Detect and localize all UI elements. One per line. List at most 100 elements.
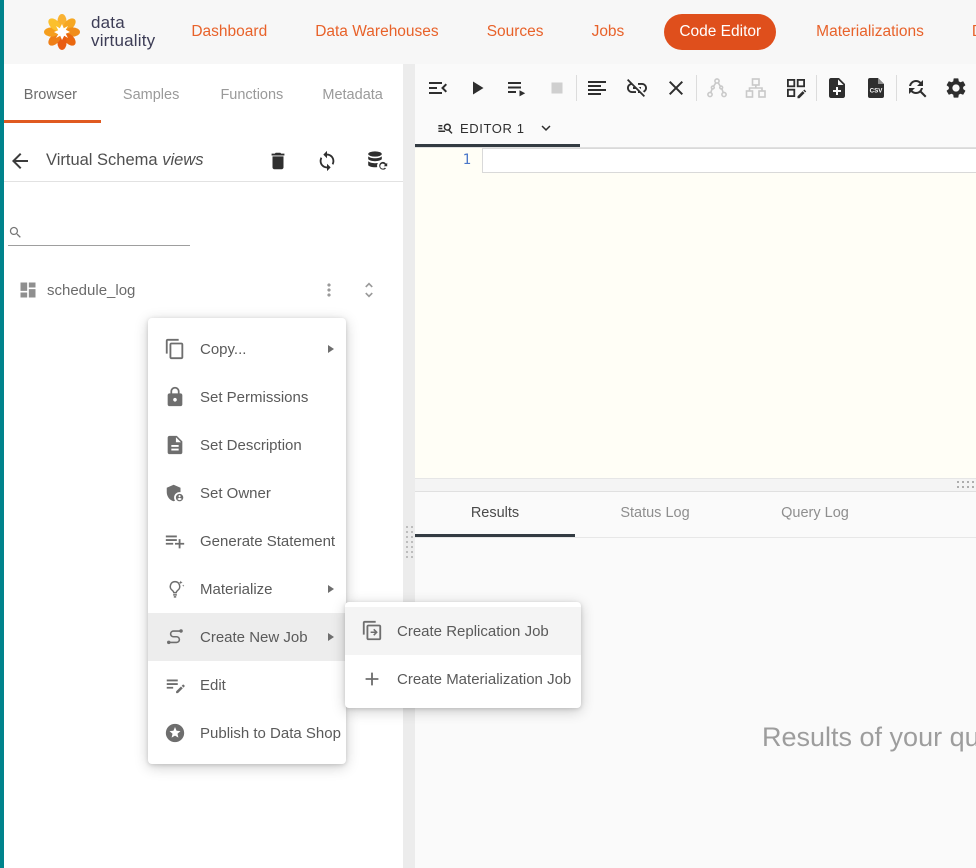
find-replace-icon (905, 76, 929, 100)
menu-item-label: Set Permissions (200, 389, 308, 406)
tree-item-label: schedule_log (47, 282, 135, 299)
editor-tab-label: EDITOR 1 (460, 121, 525, 136)
nav-item-data-warehouses[interactable]: Data Warehouses (315, 23, 439, 41)
dependency-tree-button[interactable] (697, 68, 737, 108)
tab-samples[interactable]: Samples (101, 87, 202, 103)
menu-item-edit[interactable]: Edit (148, 661, 346, 709)
copy-arrow-icon (361, 620, 383, 642)
unlink-button[interactable] (617, 68, 657, 108)
editor-line-1: 1 (415, 148, 976, 173)
new-file-icon (825, 76, 849, 100)
editor-search-icon (436, 119, 455, 138)
menu-item-set-permissions[interactable]: Set Permissions (148, 373, 346, 421)
menu-item-set-description[interactable]: Set Description (148, 421, 346, 469)
menu-item-label: Set Owner (200, 485, 271, 502)
code-editor-area[interactable]: 1 (415, 148, 976, 478)
run-selection-button[interactable] (497, 68, 537, 108)
editor-tab-1[interactable]: EDITOR 1 (415, 112, 580, 147)
new-editor-tab-button[interactable] (817, 68, 857, 108)
database-refresh-icon (365, 149, 389, 173)
schema-tree-button[interactable] (737, 68, 777, 108)
delete-icon (267, 150, 289, 172)
splitter-drag-handle (957, 481, 976, 492)
menu-item-label: Materialize (200, 581, 273, 598)
panel-splitter-horizontal[interactable] (415, 478, 976, 492)
reload-metadata-button[interactable] (365, 149, 389, 173)
tree-item-schedule-log[interactable]: schedule_log (0, 270, 403, 310)
panel-splitter-vertical[interactable] (403, 64, 415, 868)
find-replace-button[interactable] (897, 68, 937, 108)
lock-icon (164, 386, 186, 408)
accent-strip (0, 0, 4, 868)
refresh-schema-button[interactable] (316, 150, 338, 172)
collapse-editor-icon (426, 76, 450, 100)
link-off-icon (625, 76, 649, 100)
nav-item-sources[interactable]: Sources (487, 23, 544, 41)
item-menu-button[interactable] (319, 280, 339, 300)
copy-icon (164, 338, 186, 360)
menu-item-label: Edit (200, 677, 226, 694)
menu-item-materialize[interactable]: Materialize (148, 565, 346, 613)
nav-item-materializations[interactable]: Materializations (816, 23, 924, 41)
delete-schema-button[interactable] (267, 150, 289, 172)
tab-status-log[interactable]: Status Log (575, 492, 735, 537)
splitter-drag-handle (406, 526, 413, 558)
schema-search (8, 220, 190, 246)
tree-item-actions (319, 280, 403, 300)
menu-item-label: Copy... (200, 341, 246, 358)
nav-menu: Dashboard Data Warehouses Sources Jobs C… (191, 14, 976, 50)
line-number: 1 (415, 148, 482, 173)
document-icon (164, 434, 186, 456)
menu-item-label: Create Replication Job (397, 623, 549, 640)
settings-button[interactable] (937, 68, 976, 108)
settings-icon (944, 76, 968, 100)
create-job-submenu: Create Replication Job Create Materializ… (345, 602, 581, 708)
menu-item-label: Set Description (200, 437, 302, 454)
run-query-button[interactable] (458, 68, 498, 108)
chevron-down-icon (537, 119, 555, 137)
nav-item-dashboard[interactable]: Dashboard (191, 23, 267, 41)
nav-item-data-shop[interactable]: Data Shop (972, 23, 976, 41)
nav-item-jobs[interactable]: Jobs (592, 23, 625, 41)
logo-icon (42, 12, 82, 52)
schema-tree-icon (744, 76, 768, 100)
clear-editor-button[interactable] (656, 68, 696, 108)
menu-item-generate-statement[interactable]: Generate Statement (148, 517, 346, 565)
dependency-tree-icon (705, 76, 729, 100)
menu-item-label: Create Materialization Job (397, 671, 571, 688)
schema-panel-header: Virtual Schema views (0, 140, 403, 182)
tab-browser[interactable]: Browser (0, 87, 101, 103)
collapse-editor-list-button[interactable] (418, 68, 458, 108)
menu-item-copy[interactable]: Copy... (148, 325, 346, 373)
submenu-item-create-replication-job[interactable]: Create Replication Job (345, 607, 581, 655)
logo-text: data virtuality (91, 14, 155, 51)
format-sql-icon (585, 76, 609, 100)
nav-item-code-editor[interactable]: Code Editor (664, 14, 776, 50)
run-selection-icon (505, 76, 529, 100)
editor-tab-bar: EDITOR 1 (415, 112, 976, 148)
menu-item-set-owner[interactable]: Set Owner (148, 469, 346, 517)
menu-item-publish-to-data-shop[interactable]: Publish to Data Shop (148, 709, 346, 757)
tab-results[interactable]: Results (415, 492, 575, 537)
stop-query-button[interactable] (537, 68, 577, 108)
clear-icon (664, 76, 688, 100)
sidebar-tabs: Browser Samples Functions Metadata (0, 64, 403, 126)
tab-query-log[interactable]: Query Log (735, 492, 895, 537)
active-line-highlight[interactable] (482, 148, 976, 173)
submenu-arrow-icon (328, 633, 334, 641)
tab-metadata[interactable]: Metadata (302, 87, 403, 103)
app-logo[interactable]: data virtuality (42, 12, 155, 52)
expand-item-button[interactable] (359, 280, 379, 300)
export-csv-button[interactable]: CSV (856, 68, 896, 108)
edit-dashboard-button[interactable] (776, 68, 816, 108)
tab-functions[interactable]: Functions (202, 87, 303, 103)
back-button[interactable] (8, 149, 32, 173)
kebab-menu-icon (319, 280, 339, 300)
plus-icon (361, 668, 383, 690)
submenu-item-create-materialization-job[interactable]: Create Materialization Job (345, 655, 581, 703)
export-csv-icon: CSV (864, 76, 888, 100)
format-sql-button[interactable] (577, 68, 617, 108)
back-arrow-icon (8, 149, 32, 173)
search-input[interactable] (29, 225, 190, 241)
menu-item-create-new-job[interactable]: Create New Job (148, 613, 346, 661)
